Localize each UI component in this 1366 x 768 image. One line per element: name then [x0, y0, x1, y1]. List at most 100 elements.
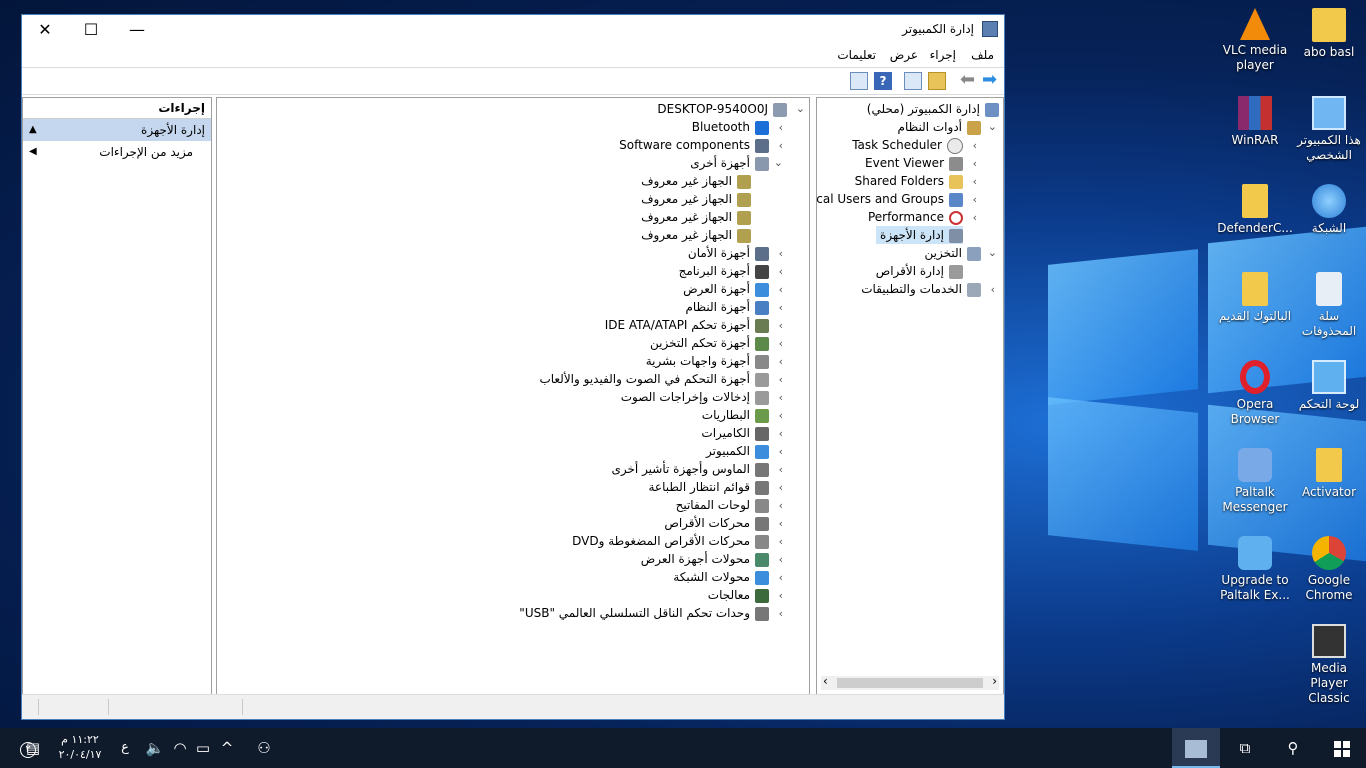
desktop-icon-vlc[interactable]: VLC media player [1217, 8, 1293, 73]
device-category-item[interactable]: أجهزة التحكم في الصوت والفيديو والألعاب [539, 370, 769, 388]
scroll-right-arrow-icon[interactable]: › [992, 674, 997, 688]
tree-storage[interactable]: التخزين [925, 244, 981, 262]
chevron-left-icon[interactable]: ‹ [779, 409, 783, 422]
tree-performance[interactable]: Performance [868, 208, 963, 226]
device-category-item[interactable]: أجهزة تحكم التخزين [650, 334, 769, 352]
device-category-item[interactable]: أجهزة أخرى [690, 154, 769, 172]
device-category-item[interactable]: أجهزة الأمان [688, 244, 769, 262]
collapse-arrow-icon[interactable]: ▲ [29, 119, 37, 141]
chevron-left-icon[interactable]: ‹ [779, 301, 783, 314]
menu-help[interactable]: تعليمات [837, 48, 876, 62]
unknown-device-item[interactable]: الجهاز غير معروف [641, 208, 751, 226]
chevron-left-icon[interactable]: ‹ [973, 157, 977, 170]
desktop-icon-defender[interactable]: DefenderC... [1217, 184, 1293, 236]
forward-arrow-icon[interactable]: ➡ [982, 71, 1000, 90]
chevron-left-icon[interactable]: ‹ [779, 463, 783, 476]
battery-button[interactable]: ▭ [194, 728, 212, 768]
chevron-down-icon[interactable]: ⌄ [796, 102, 805, 115]
scroll-left-arrow-icon[interactable]: ‹ [823, 674, 828, 688]
tree-event-viewer[interactable]: Event Viewer [865, 154, 963, 172]
desktop-icon-paltalk-upgrade[interactable]: Upgrade to Paltalk Ex... [1217, 536, 1293, 603]
desktop-icon-old-paltalk[interactable]: البالتوك القديم [1214, 272, 1296, 324]
chevron-down-icon[interactable]: ⌄ [774, 156, 783, 169]
title-bar[interactable]: ✕ ☐ — إدارة الكمبيوتر [22, 15, 1004, 45]
device-category-item[interactable]: وحدات تحكم الناقل التسلسلي العالمي "USB" [519, 604, 769, 622]
desktop-icon-recycle-bin[interactable]: سلة المحذوفات [1291, 272, 1366, 339]
device-category-item[interactable]: الكاميرات [701, 424, 769, 442]
scroll-thumb[interactable] [837, 678, 983, 688]
device-category-item[interactable]: محولات الشبكة [673, 568, 769, 586]
chevron-left-icon[interactable]: ‹ [779, 481, 783, 494]
desktop-icon-mpc[interactable]: Media Player Classic [1291, 624, 1366, 706]
chevron-left-icon[interactable]: ‹ [779, 265, 783, 278]
computer-name-node[interactable]: DESKTOP-9540O0J [657, 100, 787, 118]
unknown-device-item[interactable]: الجهاز غير معروف [641, 172, 751, 190]
menu-action[interactable]: إجراء [930, 48, 956, 62]
device-category-item[interactable]: أجهزة واجهات بشرية [646, 352, 769, 370]
chevron-left-icon[interactable]: ‹ [779, 337, 783, 350]
show-hidden-icons-button[interactable]: ^ [218, 728, 236, 768]
chevron-left-icon[interactable]: ‹ [779, 319, 783, 332]
network-button[interactable]: ◠ [170, 728, 190, 768]
minimize-button[interactable]: — [114, 15, 160, 45]
device-category-item[interactable]: Software components [619, 136, 769, 154]
chevron-left-icon[interactable]: ‹ [779, 445, 783, 458]
device-category-item[interactable]: أجهزة تحكم IDE ATA/ATAPI [605, 316, 769, 334]
desktop-icon-this-pc[interactable]: هذا الكمبيوتر الشخصي [1291, 96, 1366, 163]
chevron-left-icon[interactable]: ‹ [779, 121, 783, 134]
desktop-icon-winrar[interactable]: WinRAR [1217, 96, 1293, 148]
chevron-left-icon[interactable]: ‹ [779, 427, 783, 440]
desktop-icon-paltalk[interactable]: Paltalk Messenger [1217, 448, 1293, 515]
tree-device-manager[interactable]: إدارة الأجهزة [876, 226, 963, 244]
device-category-item[interactable]: أجهزة النظام [685, 298, 769, 316]
help-icon[interactable]: ? [874, 72, 892, 90]
device-category-item[interactable]: Bluetooth [692, 118, 769, 136]
actions-device-manager[interactable]: إدارة الأجهزة ▲ [23, 119, 211, 141]
show-hide-tree-icon[interactable] [904, 72, 922, 90]
menu-view[interactable]: عرض [890, 48, 918, 62]
desktop-icon-control-panel[interactable]: لوحة التحكم [1291, 360, 1366, 412]
device-category-item[interactable]: أجهزة العرض [683, 280, 769, 298]
device-category-item[interactable]: محركات الأقراص [664, 514, 769, 532]
chevron-left-icon[interactable]: ‹ [779, 139, 783, 152]
chevron-left-icon[interactable]: ‹ [779, 571, 783, 584]
unknown-device-item[interactable]: الجهاز غير معروف [641, 190, 751, 208]
volume-button[interactable]: 🔈 [144, 728, 166, 768]
device-category-item[interactable]: الكمبيوتر [706, 442, 769, 460]
desktop-icon-opera[interactable]: Opera Browser [1217, 360, 1293, 427]
device-category-item[interactable]: إدخالات وإخراجات الصوت [621, 388, 769, 406]
horizontal-scrollbar[interactable]: ‹ › [821, 674, 999, 690]
tree-task-scheduler[interactable]: Task Scheduler [852, 136, 963, 154]
tree-root[interactable]: إدارة الكمبيوتر (محلي) [867, 100, 999, 118]
device-category-item[interactable]: محولات أجهزة العرض [641, 550, 769, 568]
chevron-left-icon[interactable]: ‹ [779, 283, 783, 296]
chevron-left-icon[interactable]: ‹ [779, 517, 783, 530]
taskbar-computer-management[interactable] [1172, 728, 1220, 768]
task-view-button[interactable]: ⧉ [1222, 728, 1268, 768]
chevron-left-icon[interactable]: ‹ [973, 139, 977, 152]
chevron-left-icon[interactable]: ‹ [779, 391, 783, 404]
close-button[interactable]: ✕ [22, 15, 68, 45]
tree-services-apps[interactable]: الخدمات والتطبيقات [861, 280, 981, 298]
search-button[interactable]: ⚲ [1270, 728, 1316, 768]
desktop-icon-abo-basl[interactable]: abo basl [1291, 8, 1366, 60]
chevron-left-icon[interactable]: ‹ [973, 175, 977, 188]
desktop-icon-network[interactable]: الشبكة [1291, 184, 1366, 236]
chevron-left-icon[interactable]: ‹ [779, 589, 783, 602]
tree-shared-folders[interactable]: Shared Folders [855, 172, 963, 190]
chevron-left-icon[interactable]: ‹ [779, 247, 783, 260]
chevron-left-icon[interactable]: ‹ [973, 211, 977, 224]
menu-file[interactable]: ملف [971, 48, 994, 62]
chevron-left-icon[interactable]: ‹ [779, 607, 783, 620]
start-button[interactable] [1318, 728, 1366, 768]
chevron-down-icon[interactable]: ⌄ [988, 120, 997, 133]
desktop-icon-activator[interactable]: Activator [1291, 448, 1366, 500]
tree-local-users[interactable]: Local Users and Groups [817, 190, 963, 208]
chevron-left-icon[interactable]: ‹ [779, 373, 783, 386]
device-category-item[interactable]: محركات الأقراص المضغوطة وDVD [572, 532, 769, 550]
actions-more[interactable]: مزيد من الإجراءات ◀ [23, 141, 211, 163]
maximize-button[interactable]: ☐ [68, 15, 114, 45]
chevron-left-icon[interactable]: ‹ [779, 355, 783, 368]
tree-disk-management[interactable]: إدارة الأقراص [876, 262, 963, 280]
device-category-item[interactable]: قوائم انتظار الطباعة [648, 478, 769, 496]
